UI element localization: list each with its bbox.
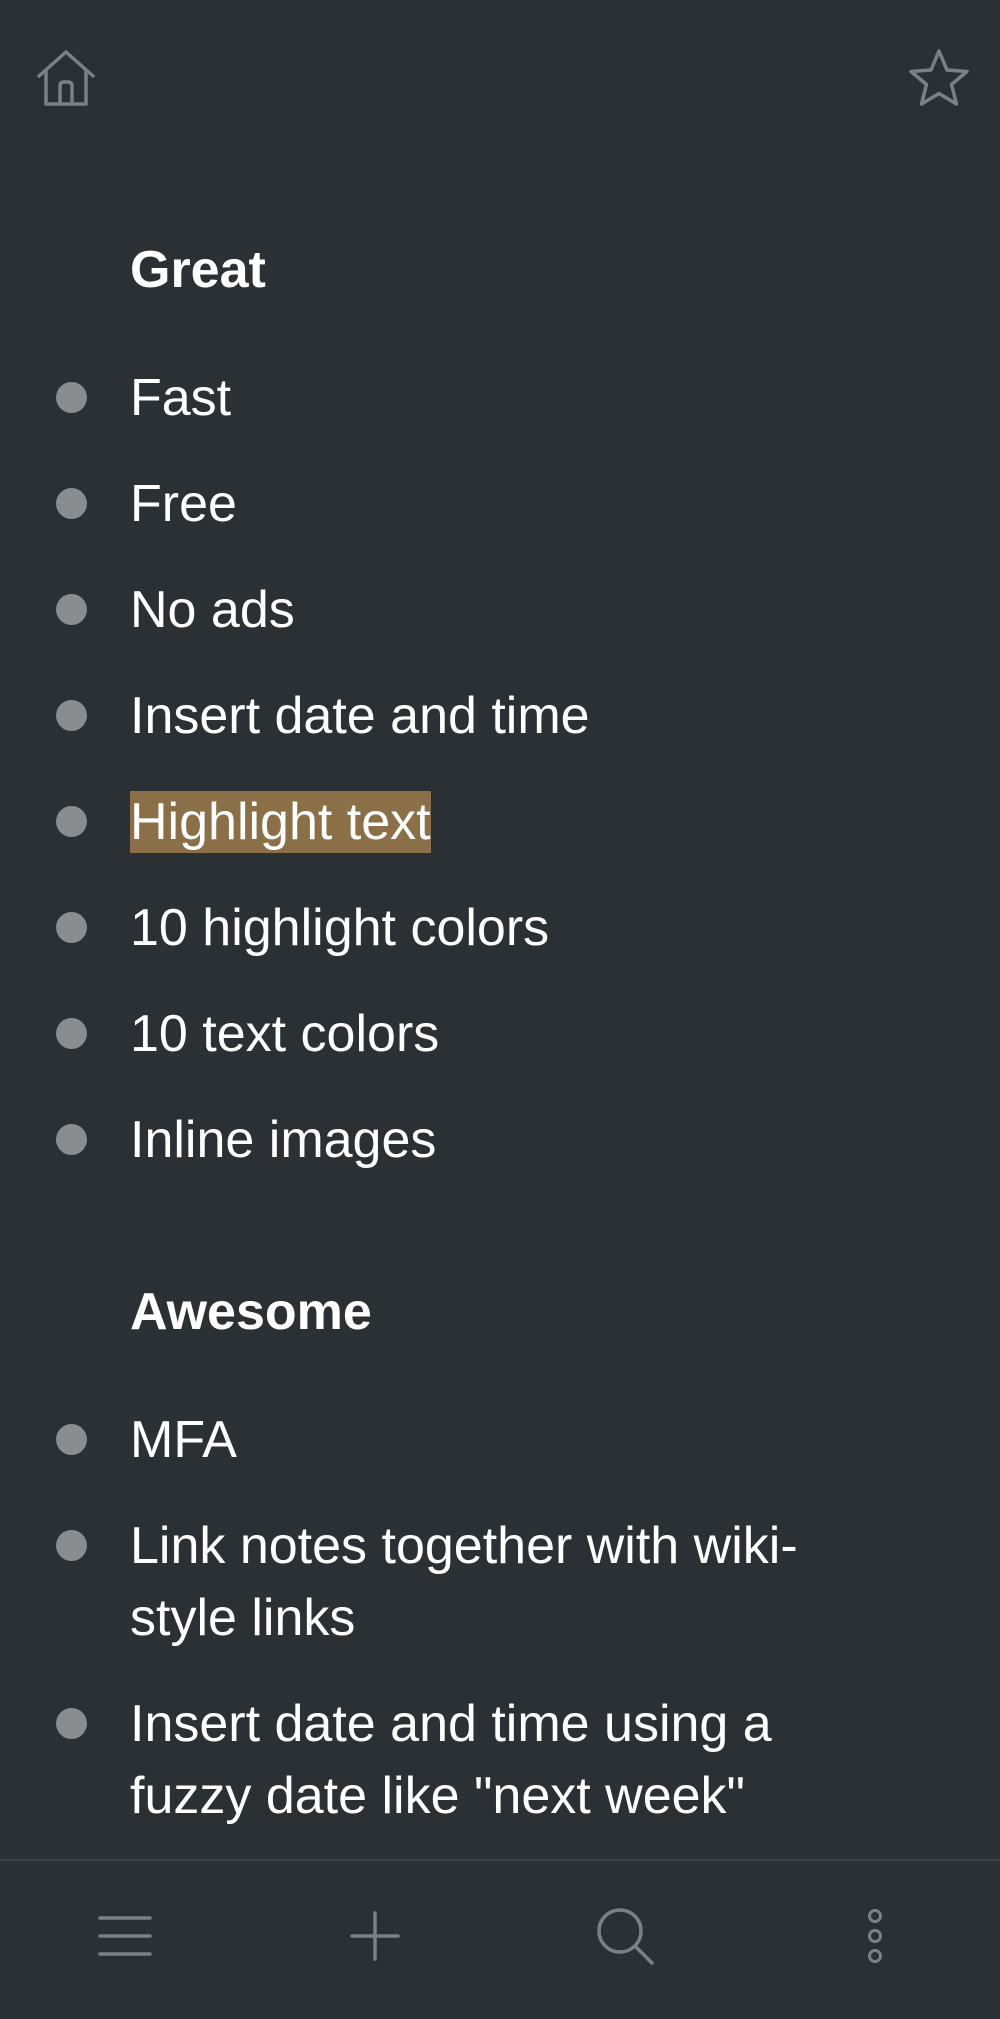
bullet-icon (56, 1124, 87, 1155)
bullet-icon (56, 1530, 87, 1561)
list-item[interactable]: Fast (56, 362, 890, 434)
list-item-text: 10 text colors (130, 1005, 440, 1063)
list-item-text: Link notes together with wiki-style link… (130, 1517, 798, 1647)
bullet-icon (56, 488, 87, 519)
list-item-text: MFA (130, 1411, 237, 1469)
bullet-icon (56, 594, 87, 625)
list-item[interactable]: 10 text colors (56, 998, 890, 1070)
list-item[interactable]: No ads (56, 574, 890, 646)
add-note-button[interactable] (340, 1901, 410, 1971)
list-item-text: Insert date and time (130, 687, 590, 745)
list-item-text: No ads (130, 581, 295, 639)
more-vertical-icon (868, 1909, 882, 1963)
search-icon (597, 1908, 654, 1965)
menu-icon (98, 1916, 152, 1956)
list-item-text: Free (130, 475, 237, 533)
bullet-icon (56, 700, 87, 731)
star-icon (909, 49, 969, 106)
bullet-icon (56, 1708, 87, 1739)
bullet-icon (56, 382, 87, 413)
list-item[interactable]: Highlight text (56, 786, 890, 858)
home-button[interactable] (33, 46, 99, 112)
favorite-button[interactable] (906, 46, 972, 112)
list-item[interactable]: Insert date and time using a fuzzy date … (56, 1688, 890, 1832)
bullet-icon (56, 1018, 87, 1049)
bullet-icon (56, 806, 87, 837)
section-heading-awesome: Awesome (130, 1283, 372, 1341)
list-item[interactable]: 10 highlight colors (56, 892, 890, 964)
bullet-icon (56, 912, 87, 943)
list-item-text: Fast (130, 369, 232, 427)
list-item[interactable]: Insert date and time (56, 680, 890, 752)
list-item[interactable]: Link notes together with wiki-style link… (56, 1510, 890, 1654)
bottom-toolbar (0, 1859, 1000, 2019)
list-item-text: Inline images (130, 1111, 437, 1169)
section-heading-great: Great (130, 241, 266, 299)
list-item[interactable]: Inline images (56, 1104, 890, 1176)
list-item[interactable]: Free (56, 468, 890, 540)
bullet-icon (56, 1424, 87, 1455)
list-item-text: Insert date and time using a fuzzy date … (130, 1695, 772, 1825)
more-options-button[interactable] (840, 1901, 910, 1971)
plus-icon (350, 1911, 400, 1961)
search-button[interactable] (590, 1901, 660, 1971)
home-icon (37, 50, 95, 106)
list-item-text: 10 highlight colors (130, 899, 550, 957)
menu-button[interactable] (90, 1901, 160, 1971)
list-item[interactable]: MFA (56, 1404, 890, 1476)
highlighted-text: Highlight text (130, 791, 431, 853)
